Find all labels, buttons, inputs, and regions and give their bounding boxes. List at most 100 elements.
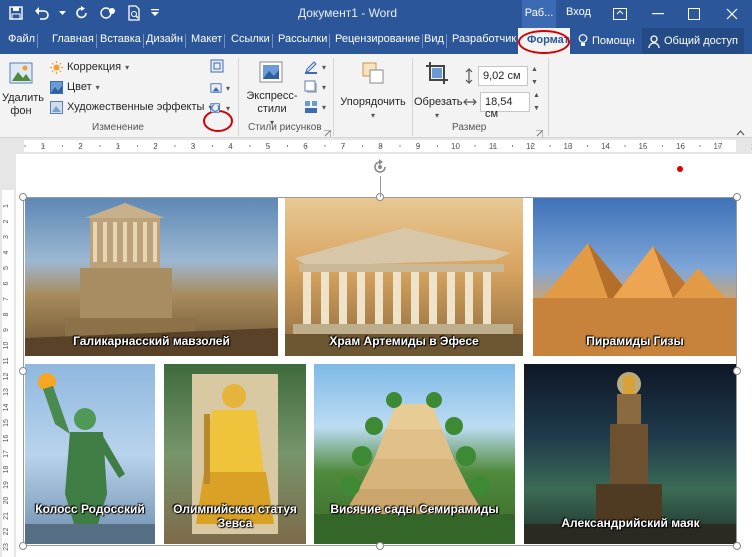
vertical-ruler-label: 7 bbox=[3, 297, 10, 301]
resize-handle-top-right[interactable] bbox=[733, 193, 741, 201]
share-label: Общий доступ bbox=[664, 35, 738, 47]
group-separator bbox=[238, 58, 239, 136]
color-label: Цвет bbox=[67, 81, 92, 93]
ruler-label: 9 bbox=[416, 142, 421, 151]
tab-references[interactable]: Ссылки bbox=[231, 33, 273, 51]
ruler-label: 11 bbox=[489, 142, 498, 151]
ribbon-display-options-icon[interactable] bbox=[602, 0, 638, 28]
quick-styles-icon bbox=[259, 61, 283, 83]
rotate-handle-stem bbox=[380, 176, 381, 197]
tab-file[interactable]: Файл bbox=[8, 33, 39, 51]
ruler-label: 6 bbox=[303, 142, 308, 151]
vertical-ruler-label: 8 bbox=[3, 312, 10, 316]
vertical-ruler-label: 12 bbox=[3, 373, 10, 381]
resize-handle-bottom-right[interactable] bbox=[733, 542, 741, 550]
ruler-label: 5 bbox=[266, 142, 271, 151]
tab-review[interactable]: Рецензирование bbox=[335, 33, 423, 51]
picture-selection-frame[interactable] bbox=[23, 197, 737, 546]
change-picture-icon[interactable]: ▾ bbox=[210, 79, 230, 97]
arrange-icon bbox=[362, 62, 384, 84]
resize-handle-bottom[interactable] bbox=[376, 542, 384, 550]
ruler-label: 15 bbox=[639, 142, 648, 151]
group-separator bbox=[412, 58, 413, 136]
sun-icon bbox=[50, 60, 63, 74]
share-button[interactable]: Общий доступ bbox=[642, 28, 744, 54]
pen-icon bbox=[305, 61, 317, 74]
ruler-label: 3 bbox=[191, 142, 196, 151]
sign-in-link[interactable]: Вход bbox=[566, 6, 591, 18]
ruler-label: 2 bbox=[78, 142, 83, 151]
help-label: Помощн bbox=[592, 34, 635, 47]
picture-layout-button[interactable]: ▾ bbox=[304, 98, 326, 116]
customize-qat-icon[interactable] bbox=[150, 3, 160, 23]
color-button[interactable]: Цвет ▾ bbox=[50, 78, 100, 96]
picture-border-button[interactable]: ▾ bbox=[304, 58, 326, 76]
minimize-icon[interactable] bbox=[640, 0, 676, 28]
remove-background-button[interactable]: Удалить фон bbox=[2, 58, 44, 118]
red-marker bbox=[677, 166, 683, 172]
group-separator bbox=[548, 58, 549, 136]
artistic-effects-label: Художественные эффекты bbox=[67, 101, 205, 113]
vertical-ruler-label: 2 bbox=[3, 219, 10, 223]
vertical-ruler-label: 19 bbox=[3, 481, 10, 489]
rotate-handle-icon[interactable] bbox=[371, 158, 389, 176]
title-bar: Документ1 - Word Раб... Вход bbox=[0, 0, 752, 28]
tab-insert[interactable]: Вставка bbox=[100, 33, 144, 51]
resize-handle-bottom-left[interactable] bbox=[19, 542, 27, 550]
save-icon[interactable] bbox=[6, 3, 26, 23]
undo-dropdown-icon[interactable] bbox=[58, 3, 66, 23]
ruler-label: 2 bbox=[153, 142, 158, 151]
ruler-label: 17 bbox=[714, 142, 723, 151]
touch-mode-icon[interactable] bbox=[98, 3, 118, 23]
width-spinner[interactable]: ▲ ▼ bbox=[533, 92, 543, 112]
tab-home[interactable]: Главная bbox=[52, 33, 97, 51]
ruler-label: 7 bbox=[341, 142, 346, 151]
arrange-button[interactable]: Упорядочить ▾ bbox=[338, 58, 408, 122]
corrections-label: Коррекция bbox=[67, 61, 122, 73]
undo-icon[interactable] bbox=[32, 3, 52, 23]
resize-handle-left[interactable] bbox=[19, 367, 27, 375]
ribbon-tabs: Файл Главная Вставка Дизайн Макет Ссылки… bbox=[0, 28, 752, 54]
compress-pictures-icon[interactable] bbox=[210, 57, 230, 75]
vertical-ruler-label: 5 bbox=[3, 266, 10, 270]
height-spinner[interactable]: ▲ ▼ bbox=[531, 66, 541, 86]
tab-layout[interactable]: Макет bbox=[191, 33, 226, 51]
tab-design[interactable]: Дизайн bbox=[146, 33, 186, 51]
height-input[interactable]: 9,02 см bbox=[478, 66, 528, 86]
resize-handle-top-left[interactable] bbox=[19, 193, 27, 201]
picture-effects-button[interactable]: ▾ bbox=[304, 78, 326, 96]
tab-developer[interactable]: Разработчик bbox=[452, 33, 516, 51]
redo-icon[interactable] bbox=[72, 3, 92, 23]
crop-button[interactable]: Обрезать ▾ bbox=[414, 58, 463, 122]
ruler-label: 1 bbox=[41, 142, 46, 151]
ruler-ticks: 12123456789101112131415161718 bbox=[24, 142, 752, 151]
user-icon bbox=[648, 34, 660, 48]
crop-icon bbox=[426, 62, 448, 84]
tab-view[interactable]: Вид bbox=[424, 33, 447, 51]
height-icon bbox=[465, 68, 473, 84]
layout-icon bbox=[305, 101, 317, 113]
artistic-effects-button[interactable]: Художественные эффекты▾ bbox=[50, 98, 212, 116]
print-preview-icon[interactable] bbox=[124, 3, 144, 23]
corrections-button[interactable]: Коррекция ▾ bbox=[50, 58, 129, 76]
vertical-ruler-label: 11 bbox=[3, 357, 10, 364]
width-input[interactable]: 18,54 см bbox=[480, 92, 530, 120]
format-tab-highlight bbox=[518, 30, 570, 54]
tab-mailings[interactable]: Рассылки bbox=[278, 33, 331, 51]
vertical-ruler-ticks: 1234567891011121314151617181920212223 bbox=[3, 204, 10, 551]
reset-picture-icon[interactable]: ▾ bbox=[210, 99, 230, 117]
tell-me-search[interactable]: Помощн bbox=[578, 34, 635, 47]
resize-handle-right[interactable] bbox=[733, 367, 741, 375]
vertical-ruler-label: 20 bbox=[3, 497, 10, 505]
width-icon bbox=[463, 98, 477, 106]
quick-styles-button[interactable]: Экспресс-стили ▾ bbox=[246, 58, 298, 129]
vertical-ruler-label: 6 bbox=[3, 281, 10, 285]
height-control: 9,02 см ▲ ▼ bbox=[463, 66, 541, 86]
vertical-ruler: 1 2 3 4 5 6 7 8 9 10 11 12 13 14 15 16 17 18 19 20 21 22 23 bbox=[0, 154, 16, 557]
maximize-icon[interactable] bbox=[676, 0, 712, 28]
ruler-label: 16 bbox=[676, 142, 685, 151]
arrange-label: Упорядочить bbox=[340, 96, 406, 108]
document-title: Документ1 - Word bbox=[298, 6, 398, 20]
effects-icon bbox=[304, 80, 317, 93]
close-icon[interactable] bbox=[714, 0, 750, 28]
